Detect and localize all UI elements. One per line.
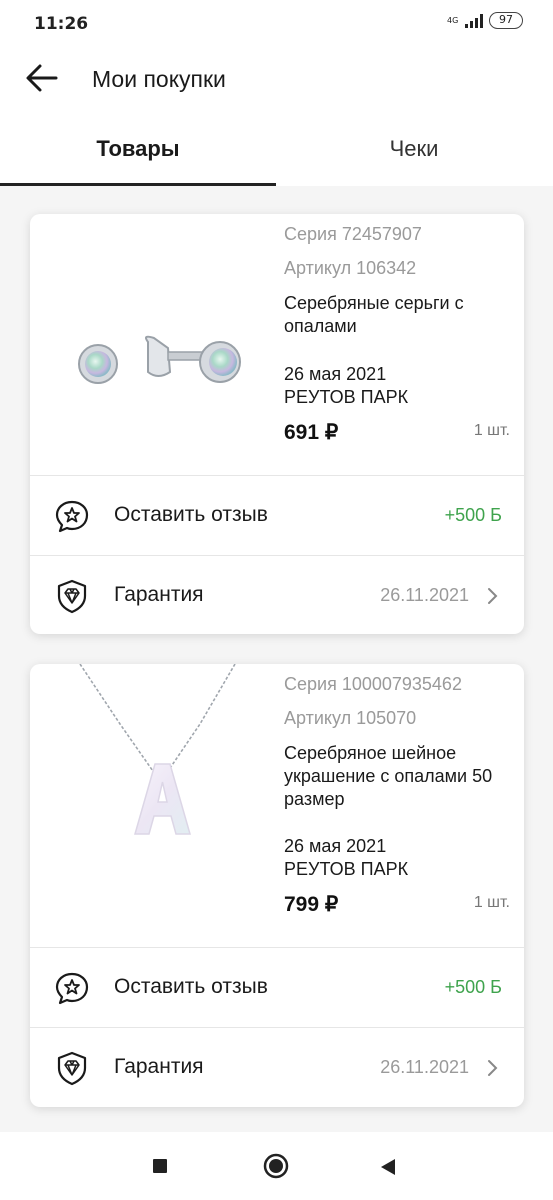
chevron-right-icon xyxy=(488,588,498,604)
star-speech-bubble-icon xyxy=(55,500,89,533)
purchase-card[interactable]: Серия 100007935462 Артикул 105070 Серебр… xyxy=(30,664,524,1107)
earrings-image xyxy=(78,335,241,384)
article-number: Артикул 106342 xyxy=(284,258,417,278)
arrow-left-icon xyxy=(26,64,58,92)
price: 799 ₽ xyxy=(284,893,339,916)
series-number: Серия 100007935462 xyxy=(284,674,462,694)
network-label: 4G xyxy=(447,15,459,25)
warranty-label: Гарантия xyxy=(114,1055,204,1078)
warranty-row[interactable]: Гарантия 26.11.2021 xyxy=(30,1027,524,1107)
product-name: Серебряное шейное украшение с опалами 50… xyxy=(284,743,493,809)
review-row[interactable]: Оставить отзыв +500 Б xyxy=(30,947,524,1027)
product-meta: Серия 100007935462 Артикул 105070 Серебр… xyxy=(284,664,512,944)
chevron-right-icon xyxy=(488,1060,498,1076)
product-name: Серебряные серьги с опалами xyxy=(284,293,464,336)
app-header: Мои покупки Товары Чеки xyxy=(0,40,553,186)
square-icon[interactable] xyxy=(153,1159,167,1173)
tab-goods-label: Товары xyxy=(96,136,180,161)
quantity: 1 шт. xyxy=(473,894,510,911)
series-number: Серия 72457907 xyxy=(284,224,422,244)
warranty-row[interactable]: Гарантия 26.11.2021 xyxy=(30,555,524,635)
review-bonus: +500 Б xyxy=(444,977,502,997)
page-title: Мои покупки xyxy=(92,66,226,92)
back-button[interactable] xyxy=(24,60,60,96)
warranty-label: Гарантия xyxy=(114,583,204,606)
status-time: 11:26 xyxy=(34,14,89,34)
circle-icon[interactable] xyxy=(263,1153,289,1179)
review-bonus: +500 Б xyxy=(444,505,502,525)
purchase-date: 26 мая 2021 xyxy=(284,364,387,384)
diamond-shield-icon xyxy=(57,1051,87,1086)
review-label: Оставить отзыв xyxy=(114,975,268,998)
purchase-card[interactable]: Серия 72457907 Артикул 106342 Серебряные… xyxy=(30,214,524,634)
quantity: 1 шт. xyxy=(473,422,510,439)
review-row[interactable]: Оставить отзыв +500 Б xyxy=(30,475,524,555)
article-number: Артикул 105070 xyxy=(284,708,417,728)
pendant-image xyxy=(79,664,236,835)
tab-goods[interactable]: Товары xyxy=(0,136,276,186)
review-label: Оставить отзыв xyxy=(114,503,268,526)
tab-receipts[interactable]: Чеки xyxy=(276,136,552,186)
product-meta: Серия 72457907 Артикул 106342 Серебряные… xyxy=(284,214,512,474)
signal-icon xyxy=(465,13,483,28)
triangle-left-icon[interactable] xyxy=(378,1157,398,1177)
store-name: РЕУТОВ ПАРК xyxy=(284,387,409,407)
battery-indicator: 97 xyxy=(489,12,523,29)
warranty-date: 26.11.2021 xyxy=(380,1057,469,1077)
store-name: РЕУТОВ ПАРК xyxy=(284,859,409,879)
warranty-date: 26.11.2021 xyxy=(380,585,469,605)
status-bar: 11:26 4G 97 xyxy=(0,0,553,40)
tab-receipts-label: Чеки xyxy=(389,136,439,161)
purchase-date: 26 мая 2021 xyxy=(284,836,387,856)
star-speech-bubble-icon xyxy=(55,972,89,1005)
price: 691 ₽ xyxy=(284,421,339,444)
status-indicators: 4G 97 xyxy=(447,12,523,29)
system-nav-bar xyxy=(0,1132,553,1200)
diamond-shield-icon xyxy=(57,579,87,614)
